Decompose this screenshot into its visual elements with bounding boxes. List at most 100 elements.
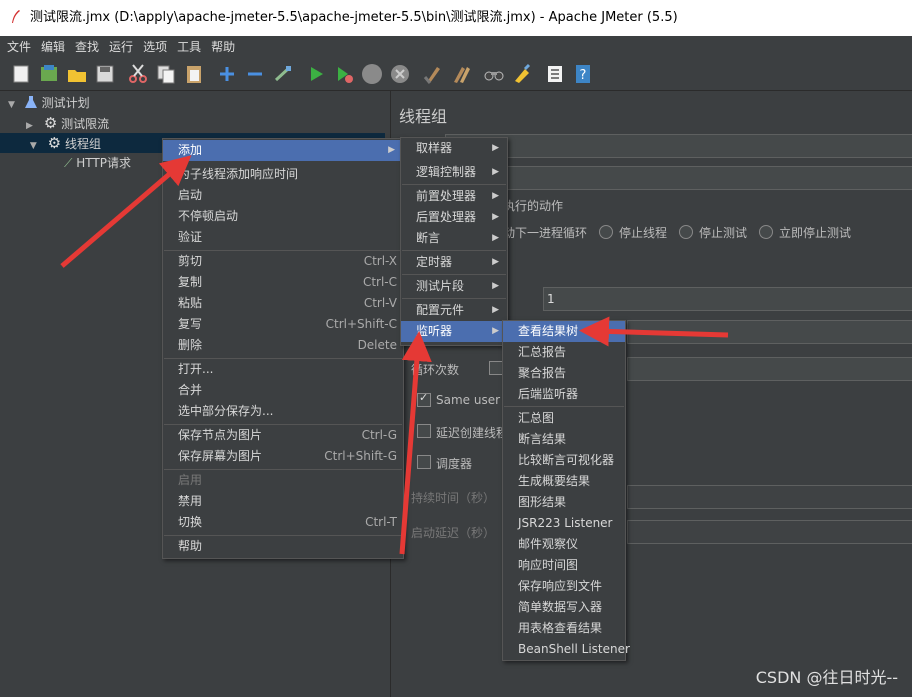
menu-item-start-no-pause[interactable]: 不停顿启动: [163, 206, 403, 227]
listener-item-save-responses[interactable]: 保存响应到文件: [503, 576, 625, 597]
radio-stop-test[interactable]: 停止测试: [679, 224, 747, 241]
submenu-item-pre-processor[interactable]: 前置处理器 ▶: [401, 186, 507, 207]
menu-search[interactable]: 查找: [70, 36, 104, 58]
duration-field[interactable]: [627, 485, 912, 509]
search-icon[interactable]: [483, 63, 505, 85]
listener-item-simple-data-writer[interactable]: 简单数据写入器: [503, 597, 625, 618]
submenu-item-timer[interactable]: 定时器 ▶: [401, 252, 507, 273]
startup-delay-field[interactable]: [627, 520, 912, 544]
radio-label: 停止线程: [619, 226, 668, 240]
name-field[interactable]: [445, 134, 912, 158]
tree-node-test-plan[interactable]: ▼ 测试计划: [8, 93, 90, 113]
menu-file[interactable]: 文件: [0, 36, 36, 58]
radio-stop-test-now[interactable]: 立即停止测试: [759, 224, 851, 241]
radio-icon[interactable]: [759, 225, 773, 239]
clear-all-icon[interactable]: [450, 63, 472, 85]
menu-help[interactable]: 帮助: [206, 36, 240, 58]
listener-item-graph-results[interactable]: 图形结果: [503, 492, 625, 513]
menu-options[interactable]: 选项: [138, 36, 172, 58]
expand-icon[interactable]: [216, 63, 238, 85]
listener-item-aggregate-graph[interactable]: 汇总图: [503, 408, 625, 429]
loop-count-field[interactable]: [627, 357, 912, 381]
submenu-item-test-fragment[interactable]: 测试片段 ▶: [401, 276, 507, 297]
menu-item-disable[interactable]: 禁用: [163, 491, 403, 512]
menu-item-validate[interactable]: 验证: [163, 227, 403, 248]
ramp-up-field[interactable]: 1: [543, 287, 912, 311]
listener-item-comparison-visualizer[interactable]: 比较断言可视化器: [503, 450, 625, 471]
comment-field[interactable]: [445, 166, 912, 190]
templates-icon[interactable]: [38, 63, 60, 85]
function-helper-icon[interactable]: [544, 63, 566, 85]
submenu-item-post-processor[interactable]: 后置处理器 ▶: [401, 207, 507, 228]
menu-item-merge[interactable]: 合并: [163, 380, 403, 401]
menu-item-add-think-time[interactable]: 为子线程添加响应时间: [163, 164, 403, 185]
listener-item-response-time-graph[interactable]: 响应时间图: [503, 555, 625, 576]
cut-icon[interactable]: [127, 63, 149, 85]
listener-item-generate-summary[interactable]: 生成概要结果: [503, 471, 625, 492]
threads-field[interactable]: [627, 320, 912, 344]
radio-icon[interactable]: [599, 225, 613, 239]
tree-node-label: 测试限流: [61, 117, 110, 131]
chevron-down-icon[interactable]: ▼: [30, 136, 44, 156]
paste-icon[interactable]: [183, 63, 205, 85]
menu-item-save-node-image[interactable]: 保存节点为图片 Ctrl-G: [163, 425, 403, 446]
submenu-item-config-element[interactable]: 配置元件 ▶: [401, 300, 507, 321]
save-icon[interactable]: [94, 63, 116, 85]
menu-item-save-selection[interactable]: 选中部分保存为...: [163, 401, 403, 422]
panel-title: 线程组: [399, 107, 448, 126]
listener-item-backend-listener[interactable]: 后端监听器: [503, 384, 625, 405]
menu-edit[interactable]: 编辑: [36, 36, 70, 58]
shutdown-icon[interactable]: [389, 63, 411, 85]
delay-create-checkbox[interactable]: [417, 424, 431, 438]
listener-item-beanshell[interactable]: BeanShell Listener: [503, 639, 630, 660]
same-user-checkbox[interactable]: ✓: [417, 391, 431, 407]
menu-item-cut[interactable]: 剪切 Ctrl-X: [163, 251, 403, 272]
clear-icon[interactable]: [422, 63, 444, 85]
menu-item-copy[interactable]: 复制 Ctrl-C: [163, 272, 403, 293]
menu-separator: [402, 298, 506, 299]
listener-item-summary-report[interactable]: 汇总报告: [503, 342, 625, 363]
reset-search-icon[interactable]: [511, 63, 533, 85]
toggle-icon[interactable]: [272, 63, 294, 85]
start-icon[interactable]: [305, 63, 327, 85]
radio-icon[interactable]: [679, 225, 693, 239]
menu-item-save-screen-image[interactable]: 保存屏幕为图片 Ctrl+Shift-G: [163, 446, 403, 467]
radio-start-next-loop[interactable]: 动下一进程循环: [503, 224, 587, 241]
tree-node-http-request[interactable]: ⟋ HTTP请求: [64, 153, 131, 173]
listener-item-view-results-tree[interactable]: 查看结果树: [503, 321, 625, 342]
menu-item-start[interactable]: 启动: [163, 185, 403, 206]
listener-item-view-results-table[interactable]: 用表格查看结果: [503, 618, 625, 639]
submenu-item-logic-controller[interactable]: 逻辑控制器 ▶: [401, 162, 507, 183]
chevron-down-icon[interactable]: ▼: [8, 95, 20, 115]
tree-node-1[interactable]: ▶ ⚙ 测试限流: [26, 113, 109, 133]
menu-item-help[interactable]: 帮助: [163, 536, 403, 557]
menu-item-paste[interactable]: 粘贴 Ctrl-V: [163, 293, 403, 314]
menu-item-label: 复写: [178, 317, 203, 331]
menu-item-toggle[interactable]: 切换 Ctrl-T: [163, 512, 403, 533]
menu-item-open[interactable]: 打开...: [163, 359, 403, 380]
start-no-pause-icon[interactable]: [333, 63, 355, 85]
menu-run[interactable]: 运行: [104, 36, 138, 58]
open-icon[interactable]: [66, 63, 88, 85]
infinite-checkbox[interactable]: [489, 361, 503, 375]
radio-stop-thread[interactable]: 停止线程: [599, 224, 667, 241]
new-icon[interactable]: [10, 63, 32, 85]
menu-item-add[interactable]: 添加 ▶: [163, 140, 403, 161]
menu-item-duplicate[interactable]: 复写 Ctrl+Shift-C: [163, 314, 403, 335]
scheduler-checkbox[interactable]: [417, 455, 431, 469]
collapse-icon[interactable]: [244, 63, 266, 85]
submenu-item-sampler[interactable]: 取样器 ▶: [401, 138, 507, 159]
copy-icon[interactable]: [155, 63, 177, 85]
listener-item-aggregate-report[interactable]: 聚合报告: [503, 363, 625, 384]
listener-item-jsr223[interactable]: JSR223 Listener: [503, 513, 625, 534]
listener-item-mailer[interactable]: 邮件观察仪: [503, 534, 625, 555]
help-icon[interactable]: ?: [572, 63, 594, 85]
menu-accelerator: Ctrl+Shift-G: [324, 449, 397, 463]
stop-icon[interactable]: [361, 63, 383, 85]
listener-item-assertion-results[interactable]: 断言结果: [503, 429, 625, 450]
menu-item-delete[interactable]: 删除 Delete: [163, 335, 403, 356]
menu-item-label: 配置元件: [416, 303, 465, 317]
submenu-item-assertion[interactable]: 断言 ▶: [401, 228, 507, 249]
menu-tools[interactable]: 工具: [172, 36, 206, 58]
submenu-item-listener[interactable]: 监听器 ▶: [401, 321, 507, 342]
